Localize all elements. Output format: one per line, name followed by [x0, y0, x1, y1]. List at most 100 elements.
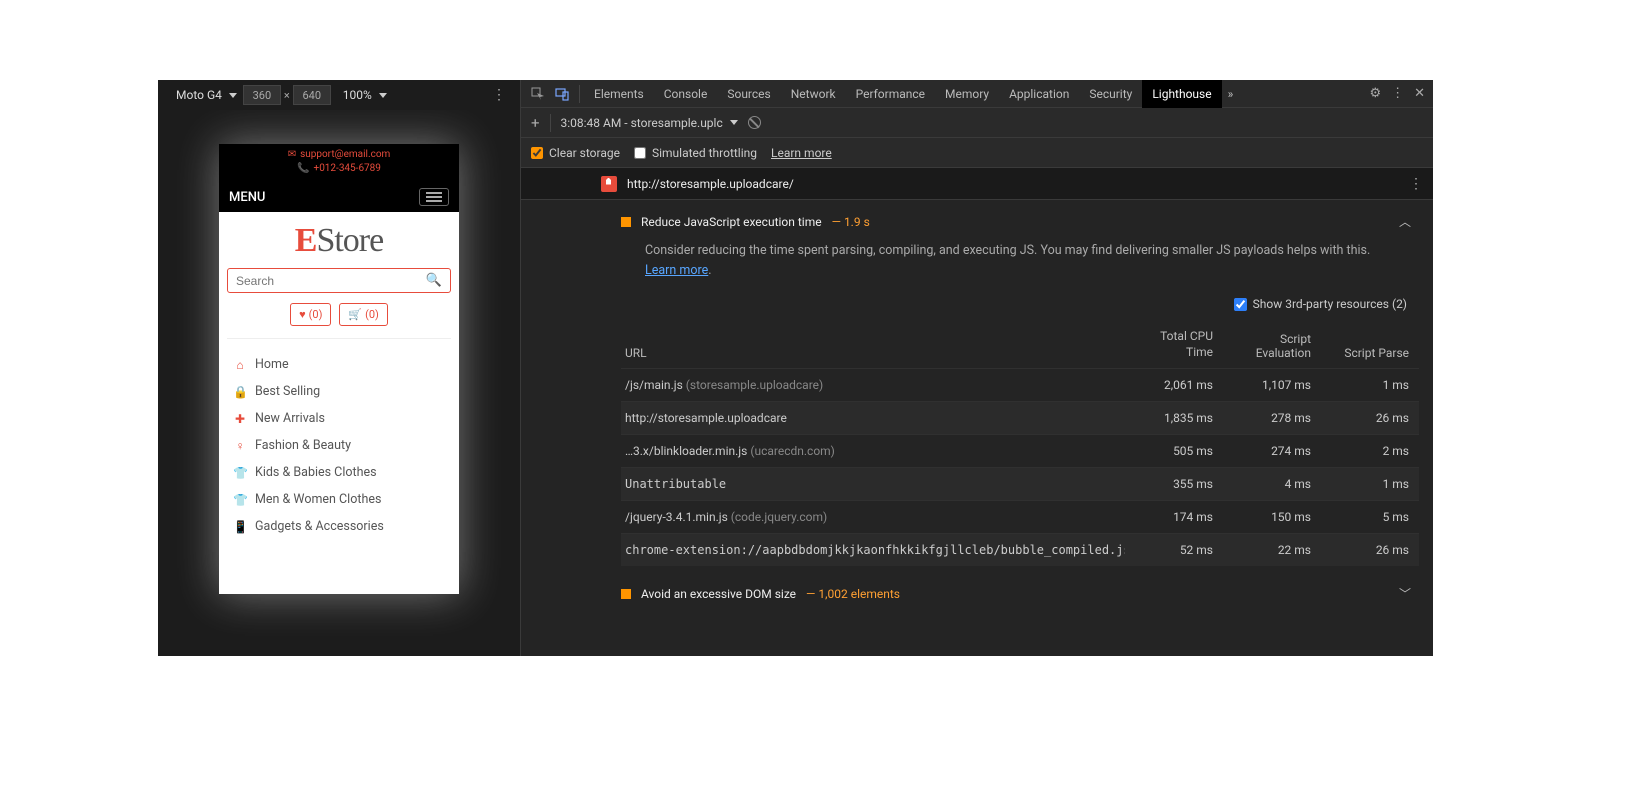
chevron-up-icon[interactable]: ︿ — [1399, 213, 1419, 230]
device-select[interactable]: Moto G4 — [176, 88, 237, 102]
new-report-icon[interactable]: + — [531, 114, 540, 132]
audit-dom-size[interactable]: Avoid an excessive DOM size — 1,002 elem… — [621, 580, 1419, 607]
tab-security[interactable]: Security — [1079, 80, 1142, 108]
category-item[interactable]: 👕Kids & Babies Clothes — [227, 459, 451, 486]
table-row[interactable]: /js/main.js (storesample.uploadcare)2,06… — [621, 369, 1419, 402]
phone-icon: 📞 — [297, 162, 309, 176]
thirdparty-toggle[interactable]: Show 3rd-party resources (2) — [621, 293, 1419, 321]
report-select[interactable]: 3:08:48 AM - storesample.uplc — [561, 116, 738, 130]
inspect-element-icon[interactable] — [527, 83, 549, 105]
hamburger-icon[interactable] — [419, 188, 449, 206]
audit-title: Avoid an excessive DOM size — [641, 587, 796, 601]
device-dimensions: 360 × 640 — [243, 85, 331, 105]
close-icon[interactable]: ✕ — [1414, 86, 1425, 101]
category-item[interactable]: ♀Fashion & Beauty — [227, 432, 451, 459]
tab-console[interactable]: Console — [654, 80, 718, 108]
toggle-device-icon[interactable] — [551, 83, 573, 105]
category-item[interactable]: ✚New Arrivals — [227, 405, 451, 432]
zoom-value: 100% — [343, 88, 372, 102]
category-label: Kids & Babies Clothes — [255, 465, 377, 480]
cell-cpu: 355 ms — [1125, 468, 1223, 501]
audit-description: Consider reducing the time spent parsing… — [621, 235, 1419, 293]
gear-icon[interactable]: ⚙ — [1369, 86, 1381, 101]
category-item[interactable]: ⌂Home — [227, 351, 451, 378]
lighthouse-icon — [601, 176, 617, 192]
chevron-down-icon — [229, 93, 237, 98]
learn-more-link[interactable]: Learn more — [645, 263, 708, 278]
search-icon[interactable]: 🔍 — [426, 273, 442, 288]
cell-parse: 1 ms — [1321, 468, 1419, 501]
support-phone[interactable]: +012-345-6789 — [314, 162, 381, 176]
cell-parse: 2 ms — [1321, 435, 1419, 468]
tab-performance[interactable]: Performance — [846, 80, 935, 108]
cell-parse: 1 ms — [1321, 369, 1419, 402]
checkbox[interactable] — [634, 147, 646, 159]
table-header-row: URL Total CPU Time Script Evaluation Scr… — [621, 321, 1419, 369]
table-row[interactable]: …3.x/blinkloader.min.js (ucarecdn.com)50… — [621, 435, 1419, 468]
kebab-icon[interactable]: ⋮ — [1391, 86, 1404, 101]
device-height-input[interactable]: 640 — [293, 85, 331, 105]
tab-lighthouse[interactable]: Lighthouse — [1142, 80, 1221, 108]
table-row[interactable]: chrome-extension://aapbdbdomjkkjkaonfhkk… — [621, 534, 1419, 567]
tab-network[interactable]: Network — [781, 80, 846, 108]
divider — [550, 114, 551, 132]
sim-throttling-check[interactable]: Simulated throttling — [634, 146, 757, 160]
table-row[interactable]: http://storesample.uploadcare1,835 ms278… — [621, 402, 1419, 435]
device-toolbar: Moto G4 360 × 640 100% ⋮ — [158, 80, 520, 110]
category-item[interactable]: 📱Gadgets & Accessories — [227, 513, 451, 540]
lighthouse-subbar: + 3:08:48 AM - storesample.uplc — [521, 108, 1433, 138]
audit-header[interactable]: Reduce JavaScript execution time — 1.9 s… — [621, 208, 1419, 235]
cell-url: /js/main.js (storesample.uploadcare) — [621, 369, 1125, 402]
support-email[interactable]: support@email.com — [300, 148, 390, 162]
cell-cpu: 52 ms — [1125, 534, 1223, 567]
device-menu-icon[interactable]: ⋮ — [486, 87, 512, 103]
chevron-down-icon[interactable]: ﹀ — [1399, 585, 1419, 602]
category-item[interactable]: 👕Men & Women Clothes — [227, 486, 451, 513]
favorites-button[interactable]: ♥ (0) — [290, 303, 331, 326]
fav-count: (0) — [309, 308, 323, 321]
clear-storage-check[interactable]: Clear storage — [531, 146, 620, 160]
emulated-viewport[interactable]: ✉ support@email.com 📞 +012-345-6789 MENU — [219, 144, 459, 594]
col-cpu: Total CPU Time — [1125, 321, 1223, 369]
clear-icon[interactable] — [748, 116, 761, 129]
tab-elements[interactable]: Elements — [584, 80, 654, 108]
tab-sources[interactable]: Sources — [717, 80, 780, 108]
category-item[interactable]: 🔒Best Selling — [227, 378, 451, 405]
cell-cpu: 2,061 ms — [1125, 369, 1223, 402]
tab-memory[interactable]: Memory — [935, 80, 999, 108]
table-row[interactable]: Unattributable355 ms4 ms1 ms — [621, 468, 1419, 501]
learn-more-link[interactable]: Learn more — [771, 146, 832, 160]
cell-eval: 150 ms — [1223, 501, 1321, 534]
report-url: http://storesample.uploadcare/ — [627, 177, 794, 191]
cell-url: Unattributable — [621, 468, 1125, 501]
chevron-down-icon — [730, 120, 738, 125]
devtools-tabbar: ElementsConsoleSourcesNetworkPerformance… — [521, 80, 1433, 108]
report-header: http://storesample.uploadcare/ ⋮ — [521, 168, 1433, 200]
report-menu-icon[interactable]: ⋮ — [1409, 176, 1423, 192]
checkbox[interactable] — [531, 147, 543, 159]
category-list: ⌂Home🔒Best Selling✚New Arrivals♀Fashion … — [227, 351, 451, 540]
brand-rest: Store — [316, 222, 383, 259]
cell-eval: 274 ms — [1223, 435, 1321, 468]
devtools-pane: ElementsConsoleSourcesNetworkPerformance… — [520, 80, 1433, 656]
severity-square-icon — [621, 589, 631, 599]
cell-parse: 26 ms — [1321, 534, 1419, 567]
divider — [579, 85, 580, 103]
device-width-input[interactable]: 360 — [243, 85, 281, 105]
search-input[interactable] — [236, 274, 426, 288]
zoom-select[interactable]: 100% — [343, 88, 387, 102]
search-box[interactable]: 🔍 — [227, 268, 451, 293]
cart-button[interactable]: 🛒 (0) — [339, 303, 387, 326]
cart-icon: 🛒 — [348, 308, 362, 321]
dress-icon: ♀ — [233, 439, 247, 453]
devtools-window: Moto G4 360 × 640 100% ⋮ ✉ support@email… — [158, 80, 1433, 656]
brand-logo[interactable]: EStore — [227, 222, 451, 260]
audit-title: Reduce JavaScript execution time — [641, 215, 822, 229]
menu-label: MENU — [229, 190, 265, 205]
checkbox[interactable] — [1234, 298, 1247, 311]
tab-application[interactable]: Application — [999, 80, 1079, 108]
more-tabs-icon[interactable]: » — [1222, 87, 1240, 101]
cell-eval: 1,107 ms — [1223, 369, 1321, 402]
dim-separator: × — [284, 89, 290, 102]
table-row[interactable]: /jquery-3.4.1.min.js (code.jquery.com)17… — [621, 501, 1419, 534]
